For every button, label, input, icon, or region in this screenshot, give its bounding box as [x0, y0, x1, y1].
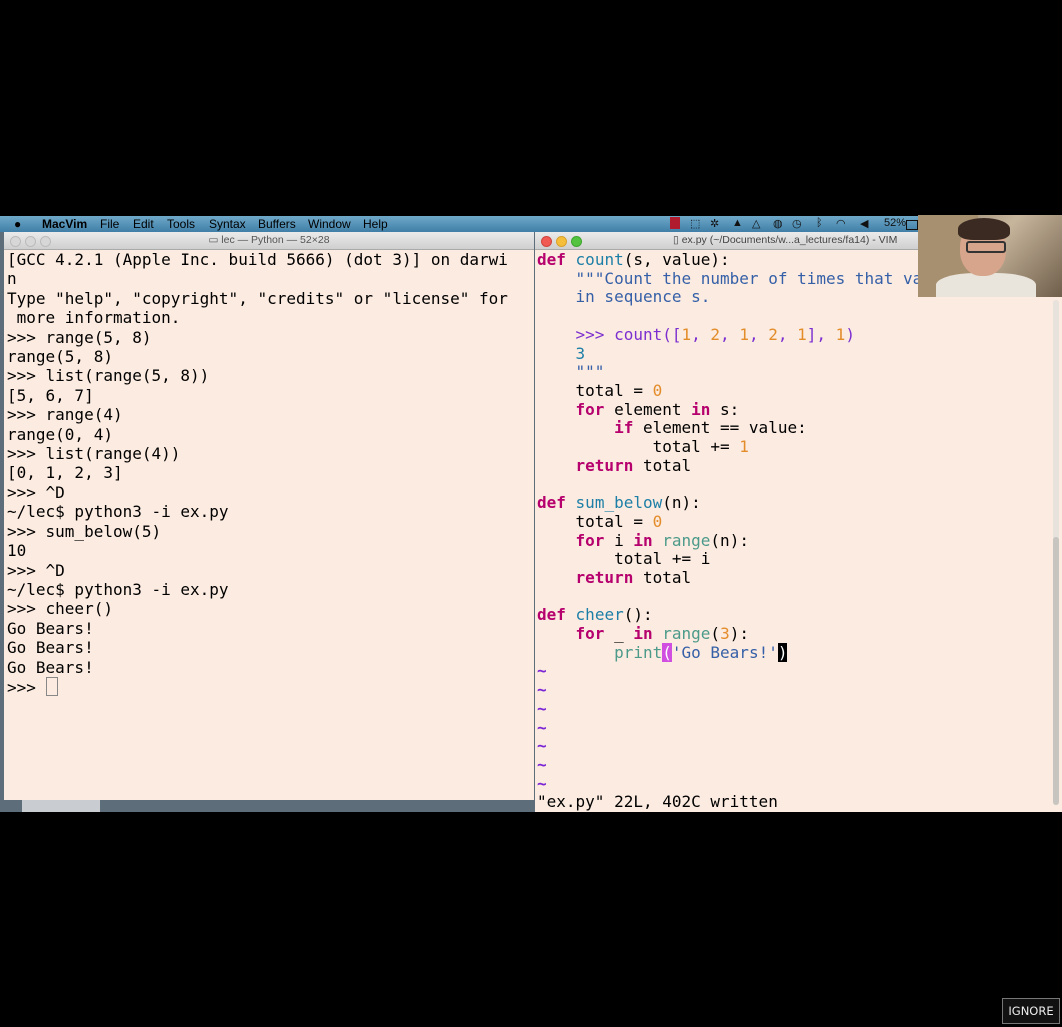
presenter-shirt [936, 273, 1036, 297]
code-line: print('Go Bears!') [614, 642, 788, 662]
mac-menu-bar: ● MacVim File Edit Tools Syntax Buffers … [0, 216, 918, 232]
menu-file[interactable]: File [100, 217, 119, 231]
tray-app-icon[interactable] [670, 217, 680, 229]
terminal-prompt-line[interactable]: >>> [7, 676, 532, 697]
bluetooth-icon[interactable]: ᛒ [816, 217, 823, 229]
terminal-line: >>> ^D [7, 560, 65, 580]
webcam-overlay [918, 215, 1062, 297]
terminal-line: Go Bears! [7, 618, 94, 638]
apple-menu-icon[interactable]: ● [14, 217, 21, 231]
vim-title: ex.py (~/Documents/w...a_lectures/fa14) … [681, 234, 898, 246]
tray-dropbox-icon[interactable]: ⬚ [690, 217, 700, 230]
zoom-icon[interactable] [40, 236, 51, 247]
code-line: """ [575, 362, 605, 382]
terminal-line: >>> ^D [7, 482, 65, 502]
terminal-line: n [7, 269, 17, 289]
code-line: def sum_below(n): [537, 493, 701, 513]
menu-edit[interactable]: Edit [133, 217, 154, 231]
document-icon: ▯ [673, 234, 682, 246]
terminal-line: [GCC 4.2.1 (Apple Inc. build 5666) (dot … [7, 250, 508, 269]
menu-app-name[interactable]: MacVim [42, 217, 87, 231]
menu-window[interactable]: Window [308, 217, 351, 231]
vim-cursor: ) [777, 642, 788, 662]
code-line: for _ in range(3): [575, 624, 749, 644]
menu-buffers[interactable]: Buffers [258, 217, 296, 231]
terminal-output[interactable]: [GCC 4.2.1 (Apple Inc. build 5666) (dot … [7, 250, 532, 798]
terminal-line: ~/lec$ python3 -i ex.py [7, 579, 229, 599]
terminal-line: [0, 1, 2, 3] [7, 463, 123, 483]
code-line: >>> count([1, 2, 1, 2, 1], 1) [575, 324, 855, 344]
empty-line-marker: ~ [537, 773, 547, 793]
vim-window[interactable]: ▯ ex.py (~/Documents/w...a_lectures/fa14… [535, 232, 1062, 812]
terminal-line: >>> range(5, 8) [7, 327, 152, 347]
battery-icon[interactable] [906, 220, 918, 230]
empty-line-marker: ~ [537, 680, 547, 700]
terminal-titlebar[interactable]: ▭ lec — Python — 52×28 [4, 232, 534, 250]
presenter-hair [958, 218, 1010, 240]
terminal-line: Type "help", "copyright", "credits" or "… [7, 288, 508, 308]
battery-percent: 52% [884, 217, 907, 229]
terminal-cursor [45, 676, 58, 696]
close-icon[interactable] [10, 236, 21, 247]
terminal-line: [5, 6, 7] [7, 385, 94, 405]
time-machine-icon[interactable]: ◷ [792, 217, 802, 230]
code-line: total += 1 [652, 437, 749, 457]
terminal-window[interactable]: ▭ lec — Python — 52×28 [GCC 4.2.1 (Apple… [4, 232, 534, 800]
zoom-icon[interactable] [571, 236, 582, 247]
terminal-line: ~/lec$ python3 -i ex.py [7, 502, 229, 522]
empty-line-marker: ~ [537, 717, 547, 737]
terminal-line: >>> range(4) [7, 405, 123, 425]
tray-sync-icon[interactable]: ✲ [710, 217, 719, 230]
terminal-line: >>> list(range(5, 8)) [7, 366, 210, 386]
ignore-button[interactable]: IGNORE [1002, 998, 1060, 1024]
close-icon[interactable] [541, 236, 552, 247]
code-line: if element == value: [614, 418, 807, 438]
terminal-title: lec — Python — 52×28 [221, 234, 330, 246]
terminal-line: Go Bears! [7, 638, 94, 658]
terminal-line: 10 [7, 541, 27, 561]
empty-line-marker: ~ [537, 736, 547, 756]
terminal-line: range(0, 4) [7, 424, 113, 444]
tray-drive-icon[interactable]: △ [752, 217, 760, 230]
code-line: def cheer(): [537, 605, 653, 625]
terminal-line: >>> list(range(4)) [7, 444, 181, 464]
minimize-icon[interactable] [556, 236, 567, 247]
volume-icon[interactable]: ◀ [860, 217, 868, 230]
code-line: total = 0 [575, 511, 663, 531]
vim-status-line: "ex.py" 22L, 402C written [537, 792, 778, 811]
empty-line-marker: ~ [537, 698, 547, 718]
terminal-line: >>> sum_below(5) [7, 521, 162, 541]
notification-bell-icon[interactable]: ▲ [732, 217, 743, 229]
tray-gauge-icon[interactable]: ◍ [773, 217, 783, 230]
vim-scrollbar-thumb[interactable] [1053, 537, 1059, 805]
terminal-line: range(5, 8) [7, 347, 113, 367]
code-line: 3 [575, 343, 586, 363]
wifi-icon[interactable]: ◠ [836, 217, 846, 230]
terminal-line: Go Bears! [7, 657, 94, 677]
folder-icon: ▭ [208, 234, 222, 246]
code-line: for element in s: [575, 399, 740, 419]
empty-line-marker: ~ [537, 754, 547, 774]
menu-syntax[interactable]: Syntax [209, 217, 246, 231]
presenter-glasses [966, 241, 1006, 253]
terminal-line: >>> cheer() [7, 599, 113, 619]
terminal-prompt: >>> [7, 677, 46, 697]
menu-help[interactable]: Help [363, 217, 388, 231]
code-line: total += i [614, 549, 711, 569]
empty-line-marker: ~ [537, 661, 547, 681]
menu-tools[interactable]: Tools [167, 217, 195, 231]
vim-buffer[interactable]: def count(s, value): """Count the number… [537, 251, 1052, 811]
code-line: total = 0 [575, 380, 663, 400]
code-line: for i in range(n): [575, 530, 749, 550]
minimize-icon[interactable] [25, 236, 36, 247]
code-line: return total [575, 455, 692, 475]
code-line: return total [575, 567, 692, 587]
terminal-line: more information. [7, 308, 181, 328]
matched-paren-highlight: ( [662, 642, 672, 662]
